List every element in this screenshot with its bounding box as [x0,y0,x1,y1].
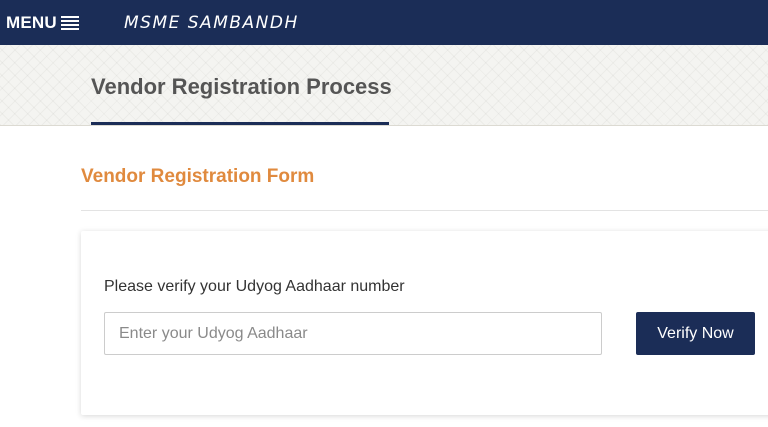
top-navigation-bar: MENU MSME SAMBANDH [0,0,768,45]
page-title: Vendor Registration Process [91,74,392,99]
menu-label: MENU [6,12,57,32]
aadhaar-field-label: Please verify your Udyog Aadhaar number [104,278,405,295]
menu-button[interactable]: MENU [6,0,79,45]
main-content: Vendor Registration Form Please verify y… [0,126,768,427]
form-heading: Vendor Registration Form [81,166,315,187]
verification-card: Please verify your Udyog Aadhaar number … [81,231,768,415]
page-title-underline [91,122,389,125]
hamburger-menu-icon [60,15,79,30]
verify-now-button[interactable]: Verify Now [636,312,755,355]
section-divider [81,210,768,211]
brand-title[interactable]: MSME SAMBANDH [124,0,299,45]
page-header-band: Vendor Registration Process [0,45,768,126]
udyog-aadhaar-input[interactable] [104,312,602,355]
